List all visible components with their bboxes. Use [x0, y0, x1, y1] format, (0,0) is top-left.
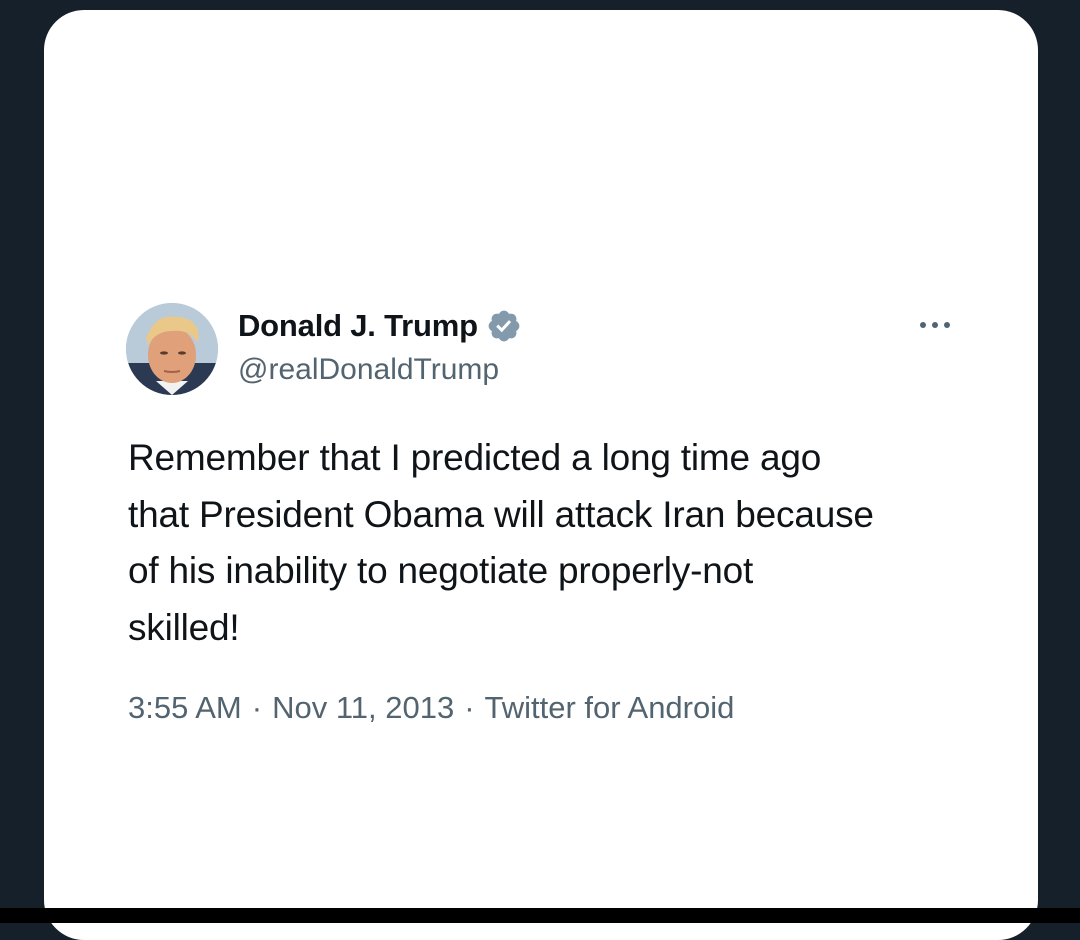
avatar[interactable]: [126, 303, 218, 395]
tweet-date[interactable]: Nov 11, 2013: [272, 690, 454, 726]
author-name-row: Donald J. Trump: [238, 306, 522, 346]
author-display-name[interactable]: Donald J. Trump: [238, 308, 478, 344]
avatar-image: [126, 303, 218, 395]
meta-separator: ·: [251, 690, 263, 725]
more-options-button[interactable]: [912, 310, 958, 340]
tweet-text: Remember that I predicted a long time ag…: [128, 437, 874, 648]
tweet-source[interactable]: Twitter for Android: [485, 690, 735, 726]
bottom-bar: [0, 908, 1080, 923]
more-options-icon: [920, 322, 950, 328]
tweet-time[interactable]: 3:55 AM: [128, 690, 242, 726]
tweet-meta: 3:55 AM · Nov 11, 2013 · Twitter for And…: [128, 690, 734, 726]
meta-separator: ·: [464, 690, 475, 725]
author-handle[interactable]: @realDonaldTrump: [238, 353, 499, 387]
verified-badge-icon: [488, 310, 520, 342]
